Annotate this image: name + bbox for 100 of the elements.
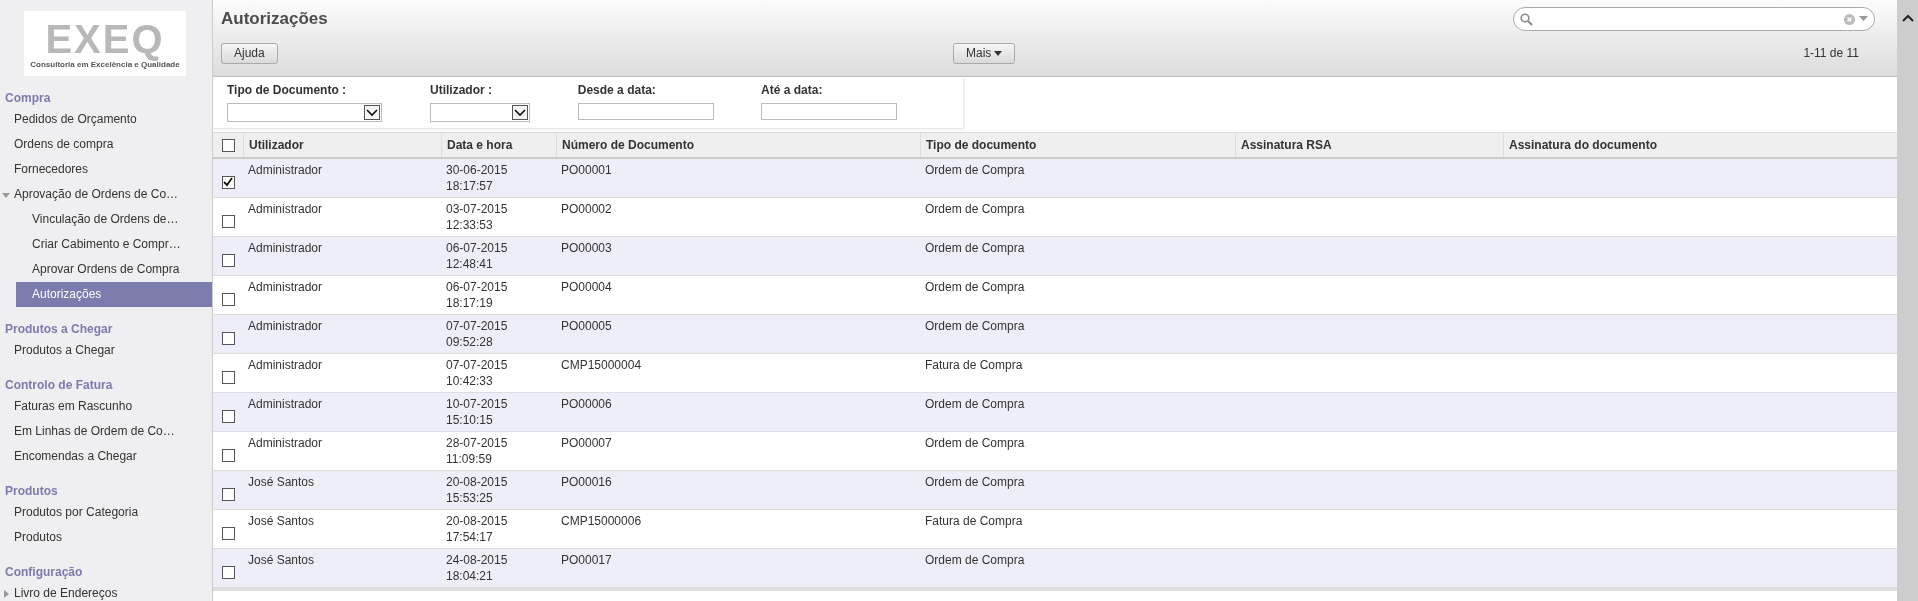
sidebar-item[interactable]: Criar Cabimento e Compr…: [16, 232, 212, 257]
table-cell: CMP15000004: [561, 358, 642, 372]
section-title: Produtos: [4, 483, 59, 500]
column-header[interactable]: Tipo de documento: [920, 133, 1235, 157]
table-cell: Administrador: [248, 163, 323, 177]
sidebar-item[interactable]: Produtos: [0, 525, 77, 550]
table-cell: Ordem de Compra: [925, 475, 1025, 489]
table-cell: Ordem de Compra: [925, 202, 1025, 216]
table-cell: 20-08-2015 15:53:25: [446, 475, 508, 505]
sidebar-item[interactable]: Ordens de compra: [0, 132, 128, 157]
table-cell: Administrador: [248, 280, 323, 294]
checkbox[interactable]: [221, 370, 235, 384]
sidebar-item[interactable]: Aprovar Ordens de Compra: [16, 257, 212, 282]
sidebar-item[interactable]: Autorizações: [16, 282, 212, 307]
table-cell: PO00007: [561, 436, 612, 450]
table-cell: Administrador: [248, 319, 323, 333]
caret-down-icon[interactable]: [1859, 16, 1868, 22]
filter-label: Desde a data:: [577, 83, 657, 97]
sidebar-item[interactable]: Livro de Endereços: [0, 581, 132, 601]
section-title: Compra: [4, 90, 52, 107]
table-cell: Ordem de Compra: [925, 397, 1025, 411]
checkbox[interactable]: [221, 175, 235, 189]
sidebar-item[interactable]: Produtos a Chegar: [0, 338, 129, 363]
table-cell: 07-07-2015 09:52:28: [446, 319, 508, 349]
checkbox[interactable]: [221, 214, 235, 228]
table-cell: 24-08-2015 18:04:21: [446, 553, 508, 583]
table-cell: Ordem de Compra: [925, 163, 1025, 177]
sidebar-item[interactable]: Vinculação de Ordens de…: [16, 207, 212, 232]
table-cell: 28-07-2015 11:09:59: [446, 436, 508, 466]
sidebar-item[interactable]: Fornecedores: [0, 157, 103, 182]
section-title: Produtos a Chegar: [4, 321, 114, 338]
table-cell: Ordem de Compra: [925, 553, 1025, 567]
table-cell: Administrador: [248, 436, 323, 450]
scroll-up-icon[interactable]: [1901, 14, 1914, 22]
sidebar-item[interactable]: Produtos por Categoria: [0, 500, 153, 525]
table-cell: 03-07-2015 12:33:53: [446, 202, 508, 232]
table-cell: PO00017: [561, 553, 612, 567]
pager-text: 1-11 de 11: [1803, 46, 1859, 60]
table-cell: José Santos: [248, 475, 315, 489]
table-cell: Ordem de Compra: [925, 319, 1025, 333]
sidebar-item[interactable]: Faturas em Rascunho: [0, 394, 147, 419]
checkbox[interactable]: [221, 448, 235, 462]
table-cell: PO00016: [561, 475, 612, 489]
search-field[interactable]: [1513, 7, 1875, 31]
date-field[interactable]: [577, 103, 714, 120]
column-header[interactable]: Data e hora: [441, 133, 556, 157]
dropdown-field[interactable]: [429, 103, 530, 122]
filter-label: Até a data:: [761, 83, 824, 97]
table-cell: Administrador: [248, 202, 323, 216]
table-cell: CMP15000006: [561, 514, 642, 528]
logo-wordmark: EXEQ: [45, 18, 165, 60]
table-cell: Ordem de Compra: [925, 436, 1025, 450]
table-cell: Administrador: [248, 241, 323, 255]
column-header[interactable]: Número de Documento: [556, 133, 920, 157]
dropdown-field[interactable]: [227, 103, 382, 122]
logo-tagline: Consultoria em Excelência e Qualidade: [30, 60, 180, 69]
table-cell: 20-08-2015 17:54:17: [446, 514, 508, 544]
search-icon: [1520, 12, 1533, 26]
sidebar-item[interactable]: Pedidos de Orçamento: [0, 107, 151, 132]
table-cell: José Santos: [248, 553, 315, 567]
table-cell: PO00001: [561, 163, 612, 177]
table-cell: 06-07-2015 18:17:19: [446, 280, 508, 310]
column-header[interactable]: Utilizador: [243, 133, 441, 157]
table-cell: Ordem de Compra: [925, 280, 1025, 294]
column-header[interactable]: Assinatura RSA: [1235, 133, 1503, 157]
sidebar-item[interactable]: Aprovação de Ordens de Co…: [0, 182, 193, 207]
filter-label: Utilizador :: [429, 83, 493, 97]
table-cell: PO00005: [561, 319, 612, 333]
date-field[interactable]: [761, 103, 898, 120]
sidebar-item[interactable]: Encomendas a Chegar: [0, 444, 151, 469]
table-cell: 07-07-2015 10:42:33: [446, 358, 508, 388]
checkbox[interactable]: [221, 487, 235, 501]
checkbox[interactable]: [221, 565, 235, 579]
checkbox[interactable]: [221, 526, 235, 540]
table-cell: PO00003: [561, 241, 612, 255]
section-title: Configuração: [4, 564, 84, 581]
filter-label: Tipo de Documento :: [227, 83, 348, 97]
help-button[interactable]: Ajuda: [221, 42, 278, 64]
table-cell: PO00006: [561, 397, 612, 411]
checkbox[interactable]: [221, 409, 235, 423]
checkbox[interactable]: [221, 292, 235, 306]
checkbox[interactable]: [221, 253, 235, 267]
table-cell: 10-07-2015 15:10:15: [446, 397, 508, 427]
section-title: Controlo de Fatura: [4, 377, 114, 394]
table-cell: Administrador: [248, 397, 323, 411]
page-title: Autorizações: [221, 9, 328, 29]
checkbox[interactable]: [221, 138, 235, 152]
table-cell: PO00004: [561, 280, 612, 294]
table-cell: 30-06-2015 18:17:57: [446, 163, 508, 193]
table-cell: 06-07-2015 12:48:41: [446, 241, 508, 271]
table-cell: Fatura de Compra: [925, 514, 1023, 528]
table-cell: PO00002: [561, 202, 612, 216]
checkbox[interactable]: [221, 331, 235, 345]
table-cell: José Santos: [248, 514, 315, 528]
table-cell: Administrador: [248, 358, 323, 372]
more-button[interactable]: Mais: [953, 42, 1016, 64]
column-header[interactable]: Assinatura do documento: [1503, 133, 1893, 157]
table-cell: Ordem de Compra: [925, 241, 1025, 255]
sidebar-item[interactable]: Em Linhas de Ordem de Co…: [0, 419, 189, 444]
table-cell: Fatura de Compra: [925, 358, 1023, 372]
